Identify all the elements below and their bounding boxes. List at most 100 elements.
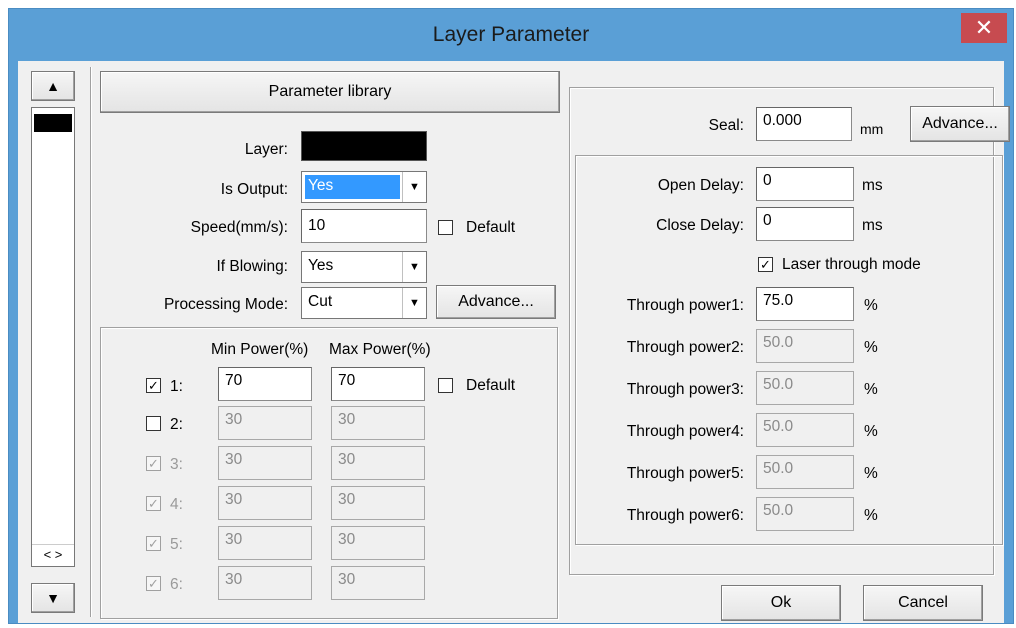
power-1-max-input[interactable]: 70 xyxy=(331,367,425,401)
through-power-6-label: Through power6: xyxy=(626,507,744,524)
speed-input[interactable]: 10 xyxy=(301,209,427,243)
processing-advance-button[interactable]: Advance... xyxy=(436,285,556,319)
triangle-down-icon: ▼ xyxy=(46,590,60,606)
power-2-checkbox[interactable] xyxy=(146,416,161,431)
power-2-min-input[interactable]: 30 xyxy=(218,406,312,440)
chevron-down-icon[interactable]: ▼ xyxy=(402,288,426,318)
power-group xyxy=(100,327,558,619)
cancel-label: Cancel xyxy=(898,594,948,611)
power-default-checkbox[interactable] xyxy=(438,378,453,393)
vertical-divider xyxy=(90,67,92,617)
through-power-2-input[interactable]: 50.0 xyxy=(756,329,854,363)
through-power-6-input[interactable]: 50.0 xyxy=(756,497,854,531)
if-blowing-label: If Blowing: xyxy=(216,258,288,275)
layer-list-item[interactable] xyxy=(34,114,72,132)
if-blowing-value: Yes xyxy=(308,257,334,274)
is-output-select[interactable]: Yes ▼ xyxy=(301,171,427,203)
layer-list[interactable]: < > xyxy=(31,107,75,567)
power-6-max-input[interactable]: 30 xyxy=(331,566,425,600)
open-delay-input[interactable]: 0 xyxy=(756,167,854,201)
processing-mode-label: Processing Mode: xyxy=(163,296,288,313)
close-delay-input[interactable]: 0 xyxy=(756,207,854,241)
power-5-label: 5: xyxy=(170,536,183,553)
layer-color-swatch[interactable] xyxy=(301,131,427,161)
chevron-down-icon[interactable]: ▼ xyxy=(402,252,426,282)
through-power-5-input[interactable]: 50.0 xyxy=(756,455,854,489)
processing-mode-value: Cut xyxy=(308,293,333,310)
power-1-label: 1: xyxy=(170,378,183,395)
is-output-value: Yes xyxy=(305,175,400,199)
power-6-checkbox[interactable]: ✓ xyxy=(146,576,161,591)
seal-label: Seal: xyxy=(708,117,744,134)
power-1-min-input[interactable]: 70 xyxy=(218,367,312,401)
is-output-label: Is Output: xyxy=(220,181,288,198)
power-5-min-input[interactable]: 30 xyxy=(218,526,312,560)
open-delay-unit: ms xyxy=(862,177,883,194)
power-2-max-input[interactable]: 30 xyxy=(331,406,425,440)
ok-label: Ok xyxy=(770,594,792,611)
power-6-label: 6: xyxy=(170,576,183,593)
seal-input[interactable]: 0.000 xyxy=(756,107,852,141)
speed-label: Speed(mm/s): xyxy=(190,219,288,236)
power-3-min-input[interactable]: 30 xyxy=(218,446,312,480)
through-power-5-label: Through power5: xyxy=(626,465,744,482)
layer-label: Layer: xyxy=(244,141,288,158)
power-3-max-input[interactable]: 30 xyxy=(331,446,425,480)
power-1-checkbox[interactable]: ✓ xyxy=(146,378,161,393)
dialog-client: ▲ < > ▼ Parameter library Layer: Is Outp… xyxy=(18,61,1010,623)
chevron-left-right-icon: < > xyxy=(43,547,63,562)
laser-through-mode-label: Laser through mode xyxy=(782,256,921,273)
power-6-min-input[interactable]: 30 xyxy=(218,566,312,600)
cancel-button[interactable]: Cancel xyxy=(863,585,983,621)
processing-mode-select[interactable]: Cut ▼ xyxy=(301,287,427,319)
close-icon: ✕ xyxy=(974,15,994,40)
power-3-label: 3: xyxy=(170,456,183,473)
through-power-1-unit: % xyxy=(864,297,878,314)
through-power-5-unit: % xyxy=(864,465,878,482)
horizontal-scrollbar[interactable]: < > xyxy=(32,544,74,566)
through-power-1-label: Through power1: xyxy=(626,297,744,314)
power-4-label: 4: xyxy=(170,496,183,513)
min-power-header: Min Power(%) xyxy=(211,341,309,358)
through-power-4-label: Through power4: xyxy=(626,423,744,440)
close-button[interactable]: ✕ xyxy=(961,13,1007,43)
seal-advance-button[interactable]: Advance... xyxy=(910,106,1010,142)
chevron-down-icon[interactable]: ▼ xyxy=(402,172,426,202)
speed-default-label: Default xyxy=(466,219,516,236)
through-power-3-label: Through power3: xyxy=(626,381,744,398)
triangle-up-icon: ▲ xyxy=(46,78,60,94)
through-power-1-input[interactable]: 75.0 xyxy=(756,287,854,321)
parameter-library-button[interactable]: Parameter library xyxy=(100,71,560,113)
max-power-header: Max Power(%) xyxy=(329,341,431,358)
laser-through-mode-checkbox[interactable]: ✓ xyxy=(758,257,773,272)
scroll-up-button[interactable]: ▲ xyxy=(31,71,75,101)
power-4-checkbox[interactable]: ✓ xyxy=(146,496,161,511)
through-power-3-unit: % xyxy=(864,381,878,398)
window-title: Layer Parameter xyxy=(432,23,590,46)
power-4-min-input[interactable]: 30 xyxy=(218,486,312,520)
power-5-checkbox[interactable]: ✓ xyxy=(146,536,161,551)
scroll-down-button[interactable]: ▼ xyxy=(31,583,75,613)
speed-default-checkbox[interactable] xyxy=(438,220,453,235)
through-power-2-label: Through power2: xyxy=(626,339,744,356)
close-delay-unit: ms xyxy=(862,217,883,234)
through-power-3-input[interactable]: 50.0 xyxy=(756,371,854,405)
power-default-label: Default xyxy=(466,377,516,394)
through-power-2-unit: % xyxy=(864,339,878,356)
through-power-6-unit: % xyxy=(864,507,878,524)
ok-button[interactable]: Ok xyxy=(721,585,841,621)
power-2-label: 2: xyxy=(170,416,183,433)
power-4-max-input[interactable]: 30 xyxy=(331,486,425,520)
title-bar[interactable]: Layer Parameter xyxy=(9,9,1013,61)
power-3-checkbox[interactable]: ✓ xyxy=(146,456,161,471)
through-power-4-input[interactable]: 50.0 xyxy=(756,413,854,447)
seal-advance-label: Advance... xyxy=(922,115,998,132)
if-blowing-select[interactable]: Yes ▼ xyxy=(301,251,427,283)
processing-advance-label: Advance... xyxy=(458,293,534,310)
through-power-4-unit: % xyxy=(864,423,878,440)
close-delay-label: Close Delay: xyxy=(656,217,744,234)
seal-unit: mm xyxy=(860,121,884,137)
dialog-window: Layer Parameter ✕ ▲ < > ▼ Parameter libr… xyxy=(8,8,1014,624)
power-5-max-input[interactable]: 30 xyxy=(331,526,425,560)
parameter-library-label: Parameter library xyxy=(268,83,392,100)
